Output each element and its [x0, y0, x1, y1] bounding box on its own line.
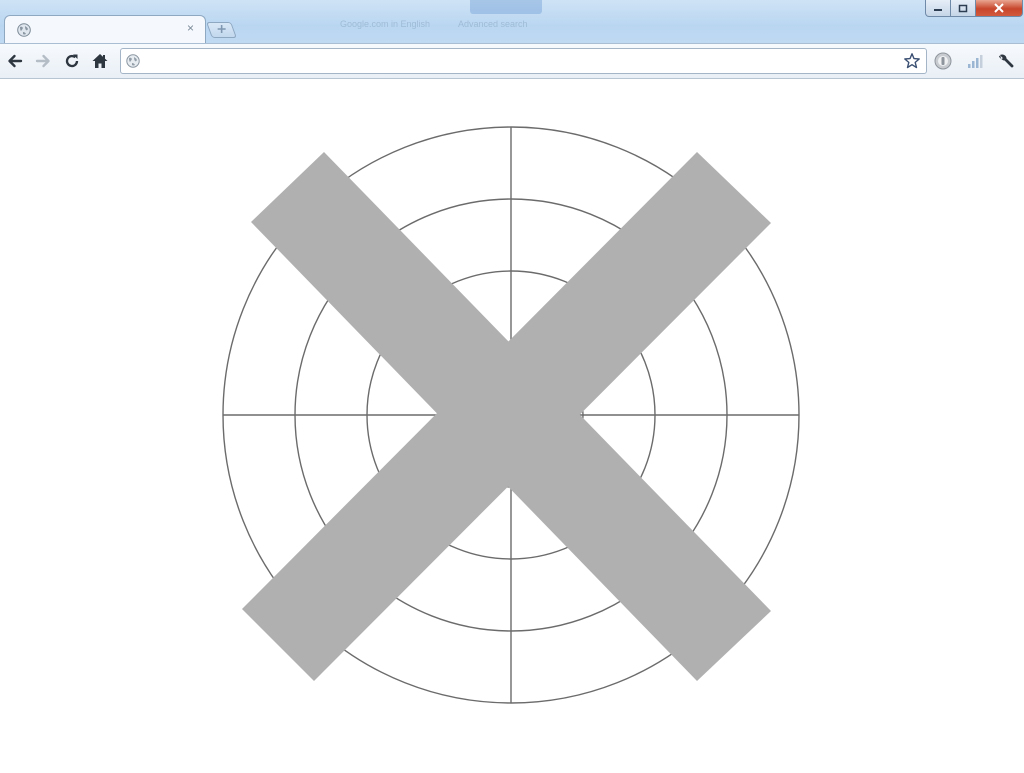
bookmark-star-icon[interactable] — [903, 52, 921, 70]
cross-mark — [242, 152, 771, 681]
browser-tab[interactable]: × — [4, 15, 206, 43]
address-bar[interactable] — [120, 48, 927, 74]
ghost-text-left: Google.com in English — [340, 19, 431, 29]
maximize-icon — [958, 4, 968, 12]
back-arrow-icon[interactable] — [6, 52, 24, 70]
maximize-button[interactable] — [951, 0, 976, 17]
globe-icon — [17, 23, 31, 37]
ghost-text-right: Advanced search — [458, 19, 528, 29]
minimize-icon — [934, 9, 942, 11]
signal-icon[interactable] — [966, 52, 984, 70]
close-icon — [994, 3, 1004, 13]
polar-grid-graphic — [222, 126, 800, 704]
address-input[interactable] — [147, 52, 897, 70]
window-controls — [925, 0, 1023, 18]
forward-arrow-icon[interactable] — [34, 52, 52, 70]
page-info-globe-icon[interactable] — [126, 54, 140, 68]
reload-icon[interactable] — [63, 52, 81, 70]
extension-icon[interactable] — [934, 52, 952, 70]
plus-icon — [217, 25, 226, 33]
tab-close-button[interactable]: × — [187, 21, 194, 35]
home-icon[interactable] — [91, 52, 109, 70]
close-window-button[interactable] — [976, 0, 1023, 17]
new-tab-button[interactable] — [206, 22, 237, 38]
browser-toolbar — [0, 43, 1024, 79]
wrench-icon[interactable] — [997, 52, 1015, 70]
minimize-button[interactable] — [925, 0, 951, 17]
ghost-search-button — [470, 0, 542, 14]
title-bar: Google.com in English Advanced search × — [0, 0, 1024, 43]
page-content — [0, 79, 1024, 768]
